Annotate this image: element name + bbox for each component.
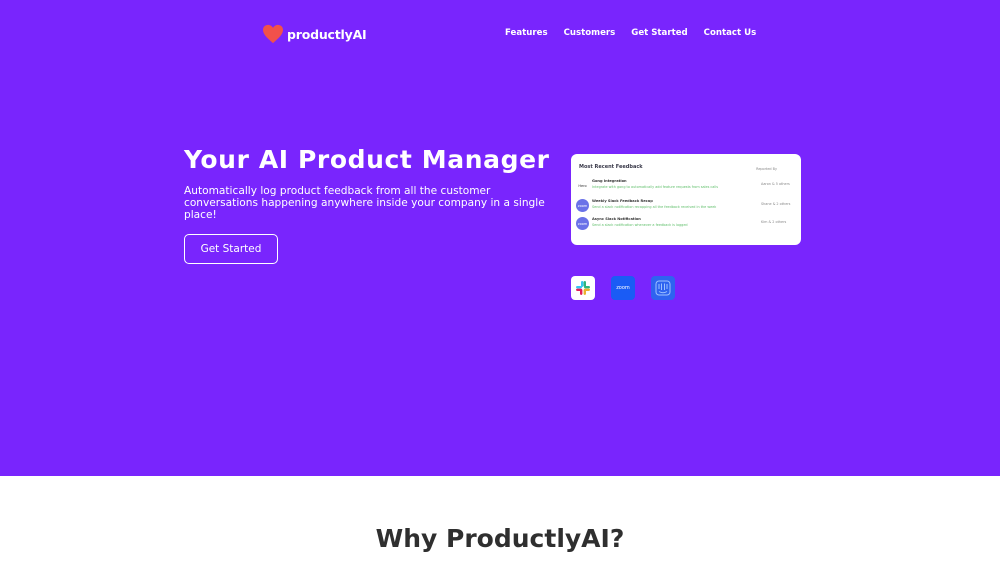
reported-by-header: Reported By — [756, 167, 777, 171]
avatar: zoom — [576, 217, 589, 230]
feedback-row[interactable]: zoom Async Slack Notification Send a sla… — [576, 216, 796, 232]
logo[interactable]: productlyAI — [262, 24, 367, 44]
hero-subtitle: Automatically log product feedback from … — [184, 185, 545, 221]
nav-contact-us[interactable]: Contact Us — [704, 28, 757, 38]
feedback-name: Weekly Slack Feedback Recap — [592, 199, 653, 203]
get-started-button[interactable]: Get Started — [184, 234, 278, 264]
nav-get-started[interactable]: Get Started — [631, 28, 687, 38]
feedback-description: Send a slack notification whenever a fee… — [592, 223, 688, 227]
heart-icon — [263, 24, 283, 44]
feedback-card-title: Most Recent Feedback — [579, 164, 643, 170]
intercom-logo-icon — [655, 280, 671, 296]
nav-customers[interactable]: Customers — [564, 28, 616, 38]
reported-by: Kim & 2 others — [761, 220, 787, 224]
zoom-label: zoom — [616, 285, 630, 291]
feedback-name: Async Slack Notification — [592, 217, 641, 221]
feedback-name: Gong Integration — [592, 179, 627, 183]
avatar: Hero — [576, 179, 589, 192]
logo-text: productlyAI — [287, 26, 367, 42]
integrations: zoom — [571, 276, 691, 300]
nav-links: Features Customers Get Started Contact U… — [505, 28, 772, 38]
avatar: zoom — [576, 199, 589, 212]
hero-title: Your AI Product Manager — [184, 145, 550, 174]
slack-logo-icon — [576, 281, 590, 295]
zoom-icon[interactable]: zoom — [611, 276, 635, 300]
reported-by: Shane & 2 others — [761, 202, 791, 206]
slack-icon[interactable] — [571, 276, 595, 300]
top-navigation: productlyAI Features Customers Get Start… — [0, 0, 1000, 68]
nav-features[interactable]: Features — [505, 28, 548, 38]
feedback-card: Most Recent Feedback Reported By Hero Go… — [571, 154, 801, 245]
feedback-description: Integrate with gong to automatically add… — [592, 185, 719, 189]
feedback-row[interactable]: zoom Weekly Slack Feedback Recap Send a … — [576, 198, 796, 214]
reported-by: Aaron & 5 others — [761, 182, 790, 186]
feedback-description: Send a slack notification recapping all … — [592, 205, 717, 209]
feedback-row[interactable]: Hero Gong Integration Integrate with gon… — [576, 178, 796, 194]
why-section-title: Why ProductlyAI? — [375, 524, 625, 553]
hero-section: productlyAI Features Customers Get Start… — [0, 0, 1000, 476]
intercom-icon[interactable] — [651, 276, 675, 300]
